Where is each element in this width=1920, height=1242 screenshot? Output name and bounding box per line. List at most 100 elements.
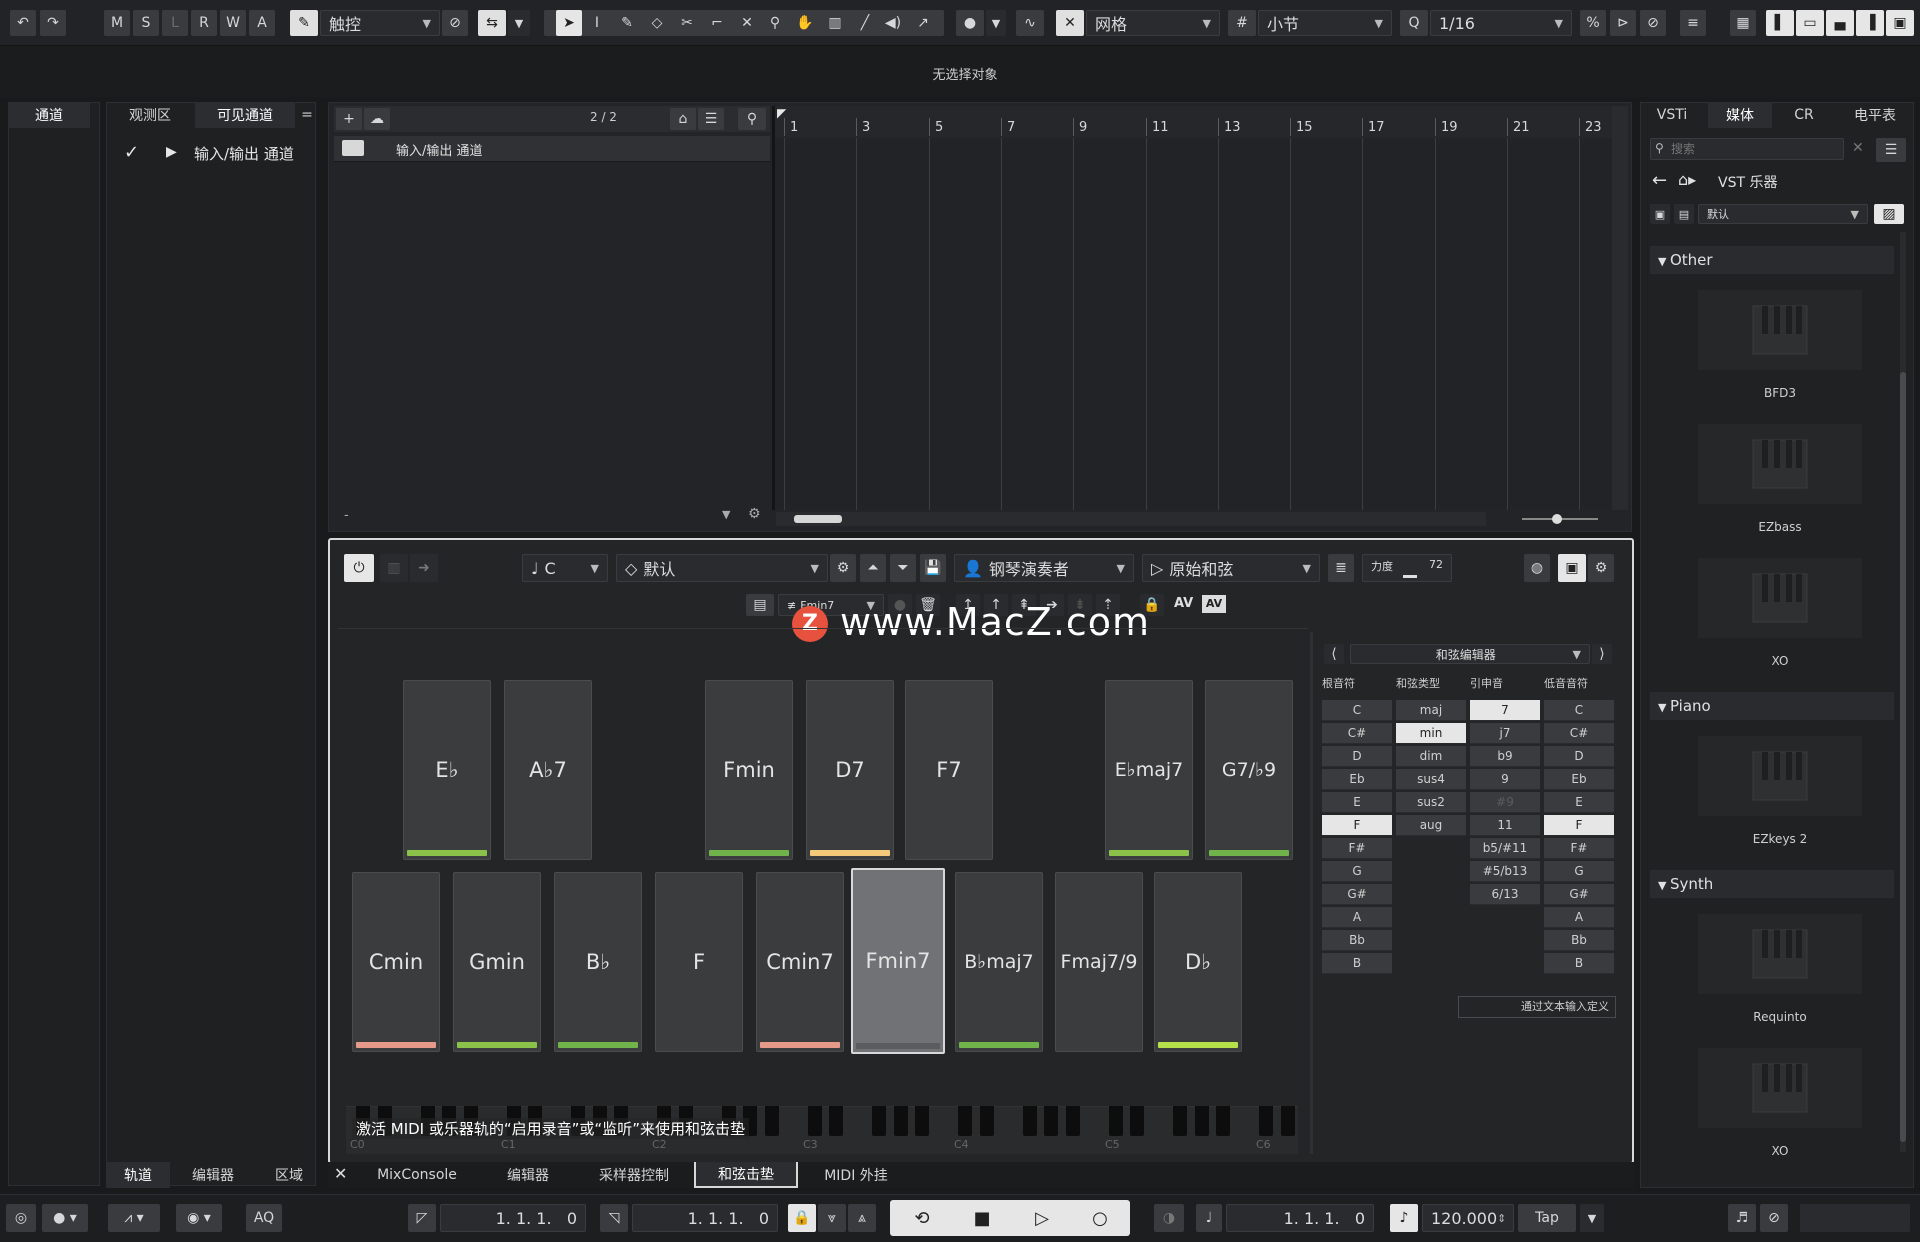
auto-quantize-button[interactable]: AQ [246,1204,282,1232]
black-key[interactable] [764,1106,779,1136]
feedback-menu-icon[interactable]: ▼ [986,10,1006,36]
tab-visibility[interactable]: 可见通道 [195,102,295,128]
instrument-label[interactable]: EZbass [1695,520,1865,534]
layout-right-zone-icon[interactable]: ▐ [1856,10,1884,36]
key-dropdown[interactable]: ♩ C ▼ [522,554,608,582]
tab-channel[interactable]: 通道 [8,102,90,128]
bass-note-cell[interactable]: G# [1544,884,1614,905]
media-filter-dropdown[interactable]: 默认 ▼ [1698,204,1868,224]
expand-triangle-icon[interactable]: ▶ [166,144,177,160]
add-track-icon[interactable]: + [336,108,362,130]
bass-note-cell[interactable]: Eb [1544,769,1614,790]
close-lower-zone-icon[interactable]: ✕ [334,1164,347,1183]
comp-tool-icon[interactable]: ▥ [822,10,848,36]
root-note-cell[interactable]: Bb [1322,930,1392,951]
right-locator-field[interactable]: 1. 1. 1. 0 [632,1204,778,1232]
chord-type-cell[interactable]: maj [1396,700,1466,721]
velocity-control[interactable]: 力度 72 [1362,554,1452,582]
mute-m-button[interactable]: M [104,10,130,36]
midi-mode-icon[interactable]: ◉ ▾ [176,1204,222,1232]
tempo-track-icon[interactable]: ♪ [1390,1204,1418,1232]
inspector-menu-icon[interactable]: = [298,102,316,128]
chord-type-cell[interactable]: sus4 [1396,769,1466,790]
search-input[interactable] [1671,141,1839,157]
bass-note-cell[interactable]: D [1544,746,1614,767]
move-down-icon[interactable]: ⏷ [890,554,916,582]
black-key[interactable] [1173,1106,1187,1136]
draw-tool-icon[interactable]: ✎ [614,10,640,36]
pattern-icon[interactable]: ▤ [746,594,774,616]
media-search-box[interactable]: ⚲ [1650,138,1844,160]
tension-cell[interactable]: 7 [1470,700,1540,721]
home-icon[interactable]: ⌂▸ [1678,170,1696,189]
tab-media[interactable]: 媒体 [1708,102,1772,128]
move-up-icon[interactable]: ⏶ [860,554,886,582]
bass-note-cell[interactable]: B [1544,953,1614,974]
bass-note-cell[interactable]: C# [1544,723,1614,744]
left-locator-field[interactable]: 1. 1. 1. 0 [440,1204,586,1232]
read-r-button[interactable]: R [191,10,217,36]
mute-tool-icon[interactable]: ✕ [734,10,760,36]
auto-a-button[interactable]: A [249,10,275,36]
tension-cell[interactable]: 9 [1470,769,1540,790]
bass-note-cell[interactable]: C [1544,700,1614,721]
position-field[interactable]: 1. 1. 1. 0 [1226,1204,1374,1232]
sync-icon[interactable]: ⊘ [1760,1204,1788,1232]
bass-note-cell[interactable]: G [1544,861,1614,882]
left-locator-icon[interactable]: ◸ [408,1204,436,1232]
tap-tempo-button[interactable]: Tap [1518,1204,1576,1232]
audio-mode-icon[interactable]: ⩘ ▾ [108,1204,160,1232]
black-key[interactable] [958,1106,972,1136]
marker-icon[interactable]: ♬ [1728,1204,1756,1232]
black-key[interactable] [1065,1106,1080,1136]
tension-cell[interactable]: #5/b13 [1470,861,1540,882]
tab-meter[interactable]: 电平表 [1838,102,1912,128]
metronome-click-icon[interactable]: ◑ [1154,1204,1184,1232]
color-tool-icon[interactable]: ↗ [910,10,936,36]
voicing-dropdown[interactable]: ▷ 原始和弦 ▼ [1142,554,1320,582]
tap-menu-icon[interactable]: ▼ [1580,1204,1604,1232]
chord-pad[interactable]: Cmin7 [756,872,844,1052]
root-note-cell[interactable]: F [1322,815,1392,836]
position-note-icon[interactable]: ♩ [1196,1204,1222,1232]
search-track-icon[interactable]: ⚲ [738,108,766,130]
black-key[interactable] [1259,1106,1273,1136]
chord-pad[interactable]: Cmin [352,872,440,1052]
chord-editor-dropdown[interactable]: 和弦编辑器 ▼ [1350,644,1590,664]
chord-pad[interactable]: D7 [806,680,894,860]
tension-cell[interactable]: j7 [1470,723,1540,744]
media-group-header[interactable]: ▼ Other [1650,246,1894,274]
chord-pad[interactable]: Gmin [453,872,541,1052]
media-bay-icon[interactable]: ▦ [1730,10,1756,36]
folder-add-icon[interactable]: ☁ [364,108,390,130]
visibility-check-icon[interactable]: ✓ [124,142,139,163]
media-group-header[interactable]: ▼ Piano [1650,692,1894,720]
split-tool-icon[interactable]: ✂ [674,10,700,36]
image-view-icon[interactable]: ▨ [1874,204,1904,224]
cycle-icon[interactable]: ⟲ [894,1204,950,1232]
root-note-cell[interactable]: G# [1322,884,1392,905]
undo-button[interactable]: ↶ [10,10,36,36]
collapse-triangle-icon[interactable]: ▼ [1658,879,1670,892]
black-key[interactable] [829,1106,843,1136]
root-note-cell[interactable]: A [1322,907,1392,928]
tab-sampler-control[interactable]: 采样器控制 [584,1162,684,1188]
performance-icon[interactable]: ◎ [6,1204,36,1232]
zoom-tool-icon[interactable]: ⚲ [762,10,788,36]
chord-type-cell[interactable]: min [1396,723,1466,744]
bass-note-cell[interactable]: E [1544,792,1614,813]
root-note-cell[interactable]: E [1322,792,1392,813]
automation-mode-icon[interactable]: ✎ [290,10,318,36]
chord-pad[interactable]: B♭ [554,872,642,1052]
black-key[interactable] [1022,1106,1037,1136]
align-icon[interactable]: ≡ [1680,10,1706,36]
tension-cell[interactable]: #9 [1470,792,1540,813]
grid-type-dropdown[interactable]: 网格 ▼ [1086,10,1220,36]
tempo-field[interactable]: 120.000 ⇕ [1422,1204,1514,1232]
chord-type-cell[interactable]: dim [1396,746,1466,767]
back-icon[interactable]: ← [1652,170,1667,191]
grid-value-dropdown[interactable]: 小节 ▼ [1258,10,1392,36]
instrument-keys-icon[interactable] [1698,914,1862,994]
chord-pad[interactable]: E♭ [403,680,491,860]
tab-midi-remote[interactable]: MIDI 外挂 [804,1162,908,1188]
